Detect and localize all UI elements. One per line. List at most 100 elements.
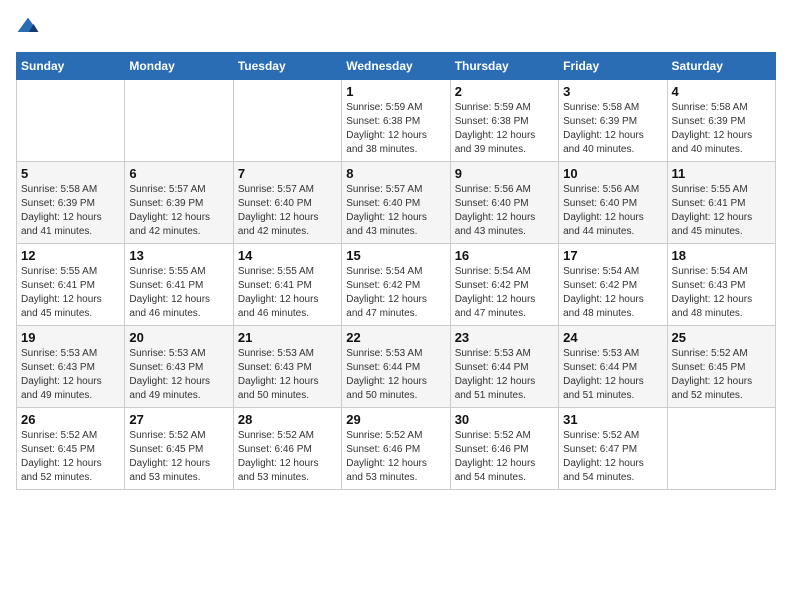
page-header (16, 16, 776, 40)
logo (16, 16, 44, 40)
day-info: Sunrise: 5:58 AM Sunset: 6:39 PM Dayligh… (672, 101, 771, 157)
calendar-day-29: 29 Sunrise: 5:52 AM Sunset: 6:46 PM Dayli… (342, 408, 450, 490)
day-number: 22 (346, 330, 445, 345)
calendar-empty-cell (667, 408, 775, 490)
calendar-day-26: 26 Sunrise: 5:52 AM Sunset: 6:45 PM Dayli… (17, 408, 125, 490)
day-number: 23 (455, 330, 554, 345)
calendar-day-21: 21Sunrise: 5:53 AM Sunset: 6:43 PM Dayli… (233, 326, 341, 408)
calendar-day-7: 7Sunrise: 5:57 AM Sunset: 6:40 PM Daylig… (233, 162, 341, 244)
day-info: Sunrise: 5:52 AM Sunset: 6:46 PM Dayligh… (238, 429, 337, 485)
day-number: 9 (455, 166, 554, 181)
day-number: 6 (129, 166, 228, 181)
day-number: 4 (672, 84, 771, 99)
day-info: Sunrise: 5:53 AM Sunset: 6:43 PM Dayligh… (21, 347, 120, 403)
day-info: Sunrise: 5:52 AM Sunset: 6:45 PM Dayligh… (129, 429, 228, 485)
day-number: 18 (672, 248, 771, 263)
day-number: 13 (129, 248, 228, 263)
day-info: Sunrise: 5:57 AM Sunset: 6:40 PM Dayligh… (346, 183, 445, 239)
calendar-day-22: 22 Sunrise: 5:53 AM Sunset: 6:44 PM Dayli… (342, 326, 450, 408)
day-info: Sunrise: 5:55 AM Sunset: 6:41 PM Dayligh… (238, 265, 337, 321)
calendar-day-13: 13 Sunrise: 5:55 AM Sunset: 6:41 PM Dayli… (125, 244, 233, 326)
calendar-empty-cell (233, 80, 341, 162)
calendar-day-27: 27 Sunrise: 5:52 AM Sunset: 6:45 PM Dayli… (125, 408, 233, 490)
day-number: 29 (346, 412, 445, 427)
weekday-header-saturday: Saturday (667, 53, 775, 80)
weekday-header-tuesday: Tuesday (233, 53, 341, 80)
day-number: 15 (346, 248, 445, 263)
day-info: Sunrise: 5:56 AM Sunset: 6:40 PM Dayligh… (455, 183, 554, 239)
weekday-header-sunday: Sunday (17, 53, 125, 80)
day-info: Sunrise: 5:53 AM Sunset: 6:44 PM Dayligh… (455, 347, 554, 403)
day-number: 31 (563, 412, 662, 427)
calendar-day-4: 4 Sunrise: 5:58 AM Sunset: 6:39 PM Daylig… (667, 80, 775, 162)
calendar-day-11: 11 Sunrise: 5:55 AM Sunset: 6:41 PM Dayli… (667, 162, 775, 244)
calendar-day-6: 6 Sunrise: 5:57 AM Sunset: 6:39 PM Daylig… (125, 162, 233, 244)
day-info: Sunrise: 5:59 AM Sunset: 6:38 PM Dayligh… (346, 101, 445, 157)
day-info: Sunrise: 5:58 AM Sunset: 6:39 PM Dayligh… (21, 183, 120, 239)
weekday-header-monday: Monday (125, 53, 233, 80)
day-number: 12 (21, 248, 120, 263)
calendar-day-28: 28 Sunrise: 5:52 AM Sunset: 6:46 PM Dayli… (233, 408, 341, 490)
day-info: Sunrise: 5:57 AM Sunset: 6:40 PM Dayligh… (238, 183, 337, 239)
calendar-day-24: 24Sunrise: 5:53 AM Sunset: 6:44 PM Dayli… (559, 326, 667, 408)
day-number: 20 (129, 330, 228, 345)
weekday-header-friday: Friday (559, 53, 667, 80)
day-number: 3 (563, 84, 662, 99)
calendar-week-2: 5 Sunrise: 5:58 AM Sunset: 6:39 PM Daylig… (17, 162, 776, 244)
calendar-day-23: 23 Sunrise: 5:53 AM Sunset: 6:44 PM Dayli… (450, 326, 558, 408)
day-info: Sunrise: 5:52 AM Sunset: 6:46 PM Dayligh… (346, 429, 445, 485)
logo-icon (16, 16, 40, 40)
calendar-week-1: 1 Sunrise: 5:59 AM Sunset: 6:38 PM Daylig… (17, 80, 776, 162)
day-info: Sunrise: 5:53 AM Sunset: 6:43 PM Dayligh… (129, 347, 228, 403)
day-number: 14 (238, 248, 337, 263)
calendar-day-9: 9 Sunrise: 5:56 AM Sunset: 6:40 PM Daylig… (450, 162, 558, 244)
calendar-day-18: 18Sunrise: 5:54 AM Sunset: 6:43 PM Dayli… (667, 244, 775, 326)
day-info: Sunrise: 5:52 AM Sunset: 6:47 PM Dayligh… (563, 429, 662, 485)
day-number: 2 (455, 84, 554, 99)
day-info: Sunrise: 5:53 AM Sunset: 6:44 PM Dayligh… (346, 347, 445, 403)
day-number: 8 (346, 166, 445, 181)
calendar-day-30: 30Sunrise: 5:52 AM Sunset: 6:46 PM Dayli… (450, 408, 558, 490)
day-info: Sunrise: 5:52 AM Sunset: 6:45 PM Dayligh… (672, 347, 771, 403)
calendar-day-15: 15 Sunrise: 5:54 AM Sunset: 6:42 PM Dayli… (342, 244, 450, 326)
calendar-empty-cell (125, 80, 233, 162)
day-info: Sunrise: 5:52 AM Sunset: 6:45 PM Dayligh… (21, 429, 120, 485)
calendar-day-19: 19Sunrise: 5:53 AM Sunset: 6:43 PM Dayli… (17, 326, 125, 408)
day-info: Sunrise: 5:53 AM Sunset: 6:43 PM Dayligh… (238, 347, 337, 403)
calendar-day-17: 17Sunrise: 5:54 AM Sunset: 6:42 PM Dayli… (559, 244, 667, 326)
day-number: 28 (238, 412, 337, 427)
day-number: 5 (21, 166, 120, 181)
calendar-week-5: 26 Sunrise: 5:52 AM Sunset: 6:45 PM Dayli… (17, 408, 776, 490)
calendar-day-25: 25 Sunrise: 5:52 AM Sunset: 6:45 PM Dayli… (667, 326, 775, 408)
day-number: 25 (672, 330, 771, 345)
calendar-table: SundayMondayTuesdayWednesdayThursdayFrid… (16, 52, 776, 490)
calendar-day-1: 1 Sunrise: 5:59 AM Sunset: 6:38 PM Daylig… (342, 80, 450, 162)
day-info: Sunrise: 5:54 AM Sunset: 6:42 PM Dayligh… (455, 265, 554, 321)
calendar-day-14: 14 Sunrise: 5:55 AM Sunset: 6:41 PM Dayli… (233, 244, 341, 326)
day-number: 10 (563, 166, 662, 181)
day-info: Sunrise: 5:55 AM Sunset: 6:41 PM Dayligh… (129, 265, 228, 321)
day-info: Sunrise: 5:54 AM Sunset: 6:42 PM Dayligh… (346, 265, 445, 321)
day-info: Sunrise: 5:55 AM Sunset: 6:41 PM Dayligh… (21, 265, 120, 321)
day-info: Sunrise: 5:55 AM Sunset: 6:41 PM Dayligh… (672, 183, 771, 239)
day-info: Sunrise: 5:59 AM Sunset: 6:38 PM Dayligh… (455, 101, 554, 157)
day-number: 17 (563, 248, 662, 263)
calendar-week-4: 19Sunrise: 5:53 AM Sunset: 6:43 PM Dayli… (17, 326, 776, 408)
day-number: 11 (672, 166, 771, 181)
calendar-day-31: 31 Sunrise: 5:52 AM Sunset: 6:47 PM Dayli… (559, 408, 667, 490)
calendar-day-16: 16 Sunrise: 5:54 AM Sunset: 6:42 PM Dayli… (450, 244, 558, 326)
day-info: Sunrise: 5:56 AM Sunset: 6:40 PM Dayligh… (563, 183, 662, 239)
calendar-day-20: 20 Sunrise: 5:53 AM Sunset: 6:43 PM Dayli… (125, 326, 233, 408)
weekday-header-row: SundayMondayTuesdayWednesdayThursdayFrid… (17, 53, 776, 80)
day-number: 26 (21, 412, 120, 427)
calendar-day-12: 12 Sunrise: 5:55 AM Sunset: 6:41 PM Dayli… (17, 244, 125, 326)
day-number: 24 (563, 330, 662, 345)
calendar-empty-cell (17, 80, 125, 162)
day-number: 16 (455, 248, 554, 263)
day-number: 27 (129, 412, 228, 427)
day-info: Sunrise: 5:57 AM Sunset: 6:39 PM Dayligh… (129, 183, 228, 239)
day-number: 1 (346, 84, 445, 99)
calendar-day-8: 8 Sunrise: 5:57 AM Sunset: 6:40 PM Daylig… (342, 162, 450, 244)
weekday-header-wednesday: Wednesday (342, 53, 450, 80)
calendar-week-3: 12 Sunrise: 5:55 AM Sunset: 6:41 PM Dayli… (17, 244, 776, 326)
